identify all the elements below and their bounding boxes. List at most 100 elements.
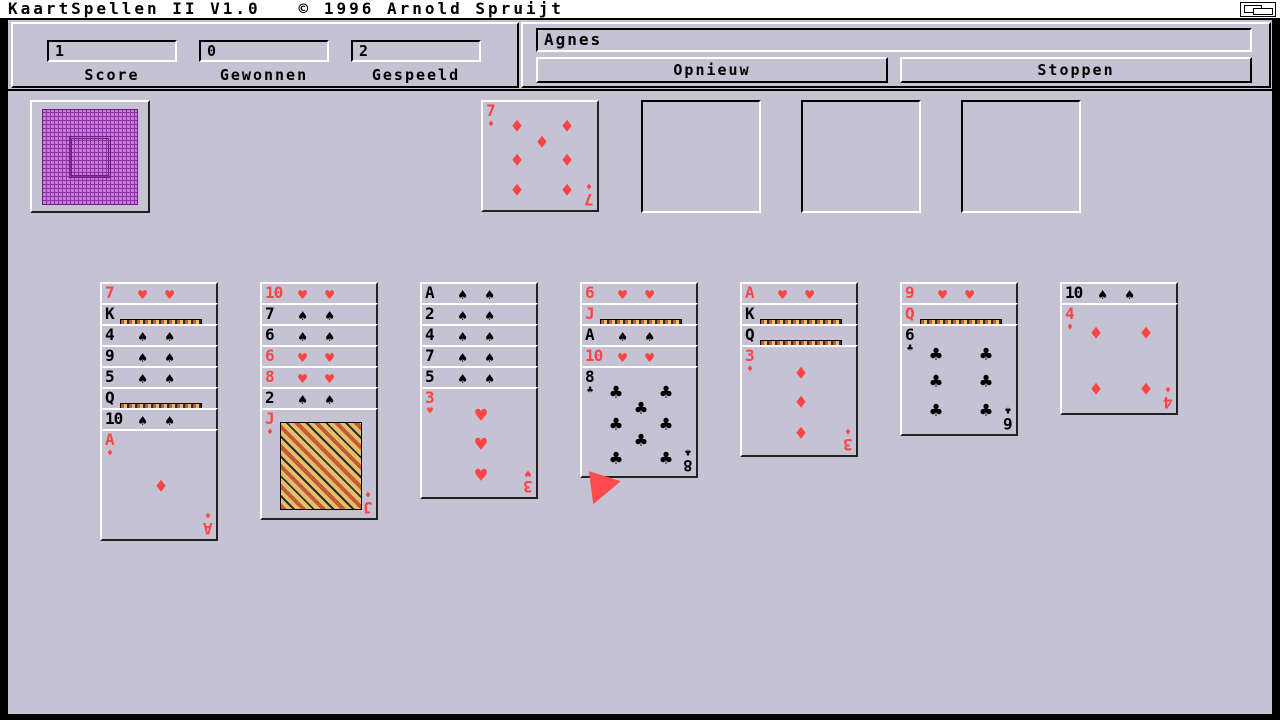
suit-icon: ♦ <box>1139 377 1153 401</box>
suit-icon: ♣ <box>587 385 594 396</box>
suit-icon: ♣ <box>929 342 943 366</box>
stats-panel: 1 Score 0 Gewonnen 2 Gespeeld <box>11 22 519 88</box>
card-rank: 6 <box>1003 414 1013 433</box>
card-rank: 10 <box>1065 283 1083 302</box>
card-rank: 6 <box>265 346 275 365</box>
played-label: Gespeeld <box>371 66 461 84</box>
card-back-icon <box>42 109 138 205</box>
card-rank: 4 <box>1163 393 1173 412</box>
card-rank: 6 <box>265 325 275 344</box>
game-name-field[interactable]: Agnes <box>536 28 1252 52</box>
suit-icon: ♦ <box>1089 321 1103 345</box>
suit-icon: ♥♥ <box>298 286 353 304</box>
won-field: 0 <box>199 40 329 62</box>
card-rank: 3 <box>745 346 755 365</box>
card-rank: A <box>425 283 435 302</box>
suit-icon: ♦ <box>510 148 524 172</box>
card-rank: 2 <box>265 388 275 407</box>
foundation-slot[interactable] <box>801 100 921 213</box>
card-rank: 4 <box>105 325 115 344</box>
playing-card[interactable]: 3 ♥ ♥ ♥ ♥ 3 ♥ <box>420 387 538 499</box>
playing-card[interactable]: 7 ♦ ♦ ♦ ♦ ♦ ♦ ♦ ♦ 7 ♦ <box>481 100 599 212</box>
suit-icon: ♠♠ <box>138 328 193 346</box>
card-rank: 5 <box>425 367 435 386</box>
suit-icon: ♦ <box>794 361 808 385</box>
card-rank: A <box>745 283 755 302</box>
suit-icon: ♥♥ <box>298 349 353 367</box>
suit-icon: ♠♠ <box>138 370 193 388</box>
suit-icon: ♣ <box>907 343 914 354</box>
suit-icon: ♠♠ <box>298 391 353 409</box>
stop-button[interactable]: Stoppen <box>900 57 1252 83</box>
suit-icon: ♣ <box>609 412 623 436</box>
suit-icon: ♣ <box>609 380 623 404</box>
card-rank: A <box>203 519 213 538</box>
card-rank: 10 <box>265 283 283 302</box>
game-window: 1 Score 0 Gewonnen 2 Gespeeld Agnes Opni… <box>8 20 1272 714</box>
suit-icon: ♥ <box>474 403 488 427</box>
card-rank: 10 <box>105 409 123 428</box>
suit-icon: ♣ <box>684 446 691 457</box>
card-back-center <box>69 136 111 178</box>
suit-icon: ♦ <box>107 448 114 459</box>
suit-icon: ♦ <box>488 119 495 130</box>
suit-icon: ♦ <box>364 488 371 499</box>
suit-icon: ♠♠ <box>1098 286 1153 304</box>
card-rank: 9 <box>905 283 915 302</box>
restart-button[interactable]: Opnieuw <box>536 57 888 83</box>
suit-icon: ♣ <box>634 428 648 452</box>
suit-icon: ♥ <box>474 463 488 487</box>
suit-icon: ♦ <box>747 364 754 375</box>
suit-icon: ♥ <box>524 467 531 478</box>
suit-icon: ♣ <box>929 398 943 422</box>
suit-icon: ♣ <box>929 369 943 393</box>
foundation-slot[interactable] <box>641 100 761 213</box>
suit-icon: ♥♥ <box>778 286 833 304</box>
card-rank: 7 <box>265 304 275 323</box>
suit-icon: ♣ <box>979 342 993 366</box>
suit-icon: ♦ <box>560 178 574 202</box>
suit-icon: ♣ <box>979 398 993 422</box>
suit-icon: ♠♠ <box>458 286 513 304</box>
suit-icon: ♠♠ <box>138 412 193 430</box>
suit-icon: ♥ <box>474 432 488 456</box>
score-field: 1 <box>47 40 177 62</box>
playing-card[interactable]: A ♦ ♦ A ♦ <box>100 429 218 541</box>
suit-icon: ♦ <box>1089 377 1103 401</box>
card-rank: 3 <box>523 477 533 496</box>
card-rank: 7 <box>584 190 594 209</box>
card-rank: A <box>105 430 115 449</box>
card-rank: 10 <box>585 346 603 365</box>
card-rank: J <box>363 498 373 517</box>
depth-gadget-icon[interactable] <box>1240 2 1276 17</box>
suit-icon: ♥♥ <box>298 370 353 388</box>
suit-icon: ♥ <box>427 406 434 417</box>
card-rank: 4 <box>425 325 435 344</box>
card-rank: K <box>105 304 115 323</box>
stock-pile[interactable] <box>30 100 150 213</box>
playing-card[interactable]: J ♦ J ♦ <box>260 408 378 520</box>
suit-icon: ♥♥ <box>618 286 673 304</box>
suit-icon: ♦ <box>560 148 574 172</box>
suit-icon: ♦ <box>794 421 808 445</box>
window-title: KaartSpellen II V1.0 © 1996 Arnold Sprui… <box>8 0 564 18</box>
suit-icon: ♣ <box>634 396 648 420</box>
played-field: 2 <box>351 40 481 62</box>
card-rank: A <box>585 325 595 344</box>
card-rank: 9 <box>105 346 115 365</box>
playing-card[interactable]: 8 ♣ ♣ ♣ ♣ ♣ ♣ ♣ ♣ ♣ 8 ♣ <box>580 366 698 478</box>
suit-icon: ♦ <box>844 425 851 436</box>
suit-icon: ♦ <box>1164 383 1171 394</box>
suit-icon: ♠♠ <box>298 307 353 325</box>
playing-card[interactable]: 6 ♣ ♣ ♣ ♣ ♣ ♣ ♣ 6 ♣ <box>900 324 1018 436</box>
suit-icon: ♦ <box>585 180 592 191</box>
suit-icon: ♦ <box>510 114 524 138</box>
suit-icon: ♣ <box>609 446 623 470</box>
suit-icon: ♥♥ <box>138 286 193 304</box>
foundation-slot[interactable] <box>961 100 1081 213</box>
playing-card[interactable]: 4 ♦ ♦ ♦ ♦ ♦ 4 ♦ <box>1060 303 1178 415</box>
card-rank: 7 <box>105 283 115 302</box>
suit-icon: ♦ <box>154 474 168 498</box>
suit-icon: ♦ <box>560 114 574 138</box>
playing-card[interactable]: 3 ♦ ♦ ♦ ♦ 3 ♦ <box>740 345 858 457</box>
